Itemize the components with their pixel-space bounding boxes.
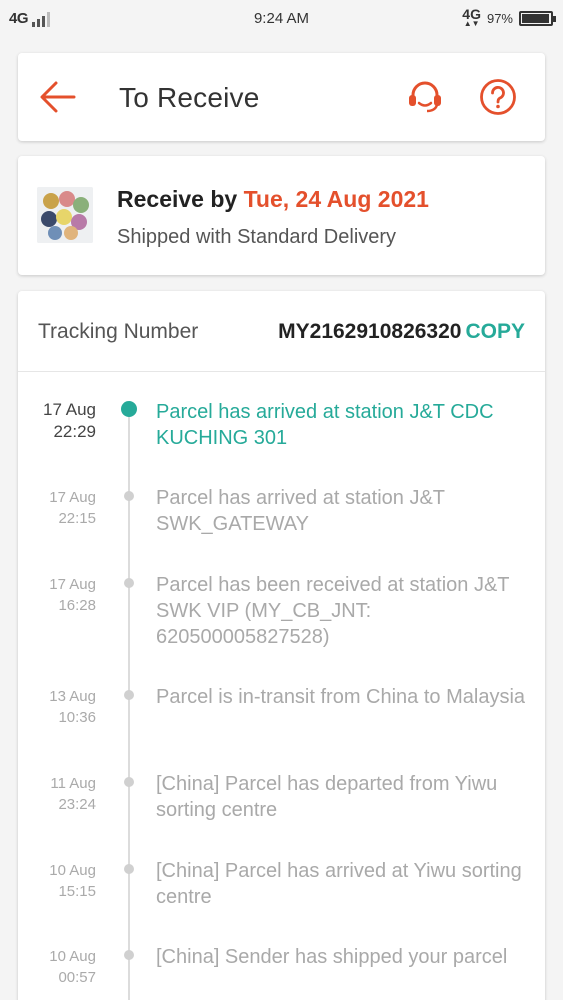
product-thumbnail	[37, 187, 93, 243]
event-time: 23:24	[58, 796, 96, 813]
event-description: Parcel is in-transit from China to Malay…	[156, 686, 526, 708]
timeline-line	[128, 415, 130, 1000]
status-bar: 4G 9:24 AM 4G ▲▼ 97%	[0, 0, 563, 38]
timeline-dot	[121, 401, 137, 417]
copy-button[interactable]: COPY	[465, 320, 525, 343]
tracking-number-value: MY2162910826320	[278, 320, 462, 343]
event-time: 16:28	[58, 597, 96, 614]
tracking-header: Tracking Number MY2162910826320 COPY	[18, 291, 545, 372]
shipping-method: Shipped with Standard Delivery	[117, 226, 397, 248]
battery-percent: 97%	[486, 10, 513, 26]
receive-by-date: Tue, 24 Aug 2021	[243, 186, 429, 212]
event-time: 22:29	[53, 422, 96, 441]
event-description: [China] Parcel has departed from Yiwu so…	[156, 773, 498, 821]
event-date: 10 Aug	[49, 862, 96, 879]
tracking-number: MY2162910826320 COPY	[278, 320, 525, 344]
event-time: 10:36	[58, 709, 96, 726]
event-date: 17 Aug	[49, 576, 96, 593]
headset-icon[interactable]	[405, 77, 445, 117]
event-description: Parcel has arrived at station J&T CDC KU…	[156, 401, 494, 449]
event-date: 11 Aug	[50, 775, 96, 792]
event-datetime: 17 Aug 22:29	[43, 399, 96, 443]
event-description: Parcel has been received at station J&T …	[156, 574, 510, 648]
event-date: 10 Aug	[49, 948, 96, 965]
event-time: 00:57	[58, 969, 96, 986]
data-network-icon: 4G ▲▼	[462, 6, 481, 28]
event-datetime: 17 Aug 16:28	[49, 574, 96, 616]
event-date: 13 Aug	[49, 688, 96, 705]
receive-by-label: Receive by	[117, 186, 244, 212]
receive-by-text: Receive by Tue, 24 Aug 2021	[117, 186, 429, 213]
timeline-dot	[124, 950, 134, 960]
event-date: 17 Aug	[43, 400, 96, 419]
event-time: 15:15	[58, 883, 96, 900]
battery-icon	[519, 10, 556, 26]
event-datetime: 10 Aug 15:15	[49, 860, 96, 902]
header-bar: To Receive	[18, 53, 545, 141]
page-title: To Receive	[119, 82, 260, 113]
timeline-dot	[124, 864, 134, 874]
event-description: Parcel has arrived at station J&T SWK_GA…	[156, 487, 445, 535]
status-right: 4G ▲▼ 97%	[462, 6, 556, 28]
timeline-dot	[124, 491, 134, 501]
timeline-dot	[124, 690, 134, 700]
event-time: 22:15	[58, 510, 96, 527]
arrow-left-icon[interactable]	[38, 79, 78, 115]
event-description: [China] Parcel has arrived at Yiwu sorti…	[156, 860, 522, 908]
tracking-number-label: Tracking Number	[38, 320, 199, 343]
event-datetime: 13 Aug 10:36	[49, 686, 96, 728]
tracking-card: Tracking Number MY2162910826320 COPY 17 A…	[18, 291, 545, 1000]
event-description: [China] Sender has shipped your parcel	[156, 946, 508, 968]
event-datetime: 11 Aug 23:24	[50, 773, 96, 815]
timeline-dot	[124, 777, 134, 787]
delivery-info-card: Receive by Tue, 24 Aug 2021 Shipped with…	[18, 156, 545, 275]
event-datetime: 10 Aug 00:57	[49, 946, 96, 988]
event-datetime: 17 Aug 22:15	[49, 487, 96, 529]
event-date: 17 Aug	[49, 489, 96, 506]
timeline-dot	[124, 578, 134, 588]
question-circle-icon[interactable]	[479, 78, 517, 116]
